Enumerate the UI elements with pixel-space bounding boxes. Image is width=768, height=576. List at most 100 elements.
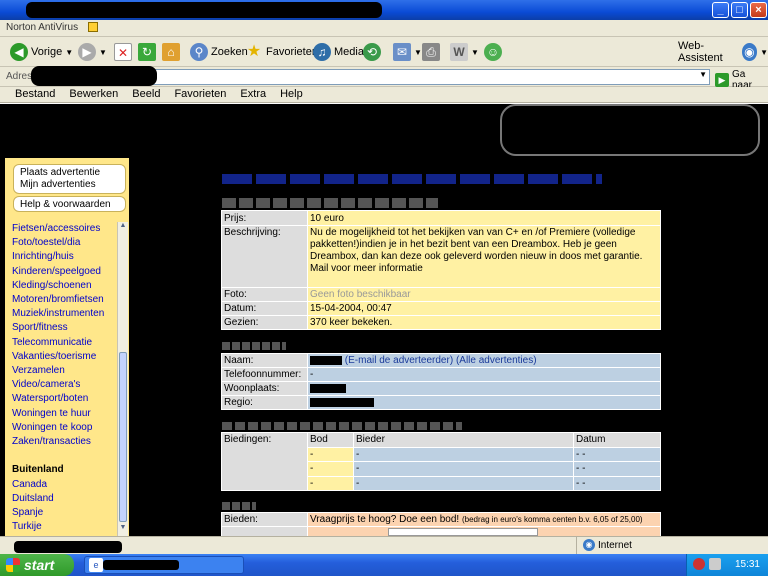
help-terms-link[interactable]: Help & voorwaarden — [13, 196, 126, 212]
home-button[interactable]: ⌂ — [162, 42, 180, 62]
category-link[interactable]: Foto/toestel/dia — [12, 236, 80, 250]
email-advertiser-link[interactable]: (E-mail de adverteerder) — [345, 355, 453, 366]
favorites-label: Favorieten — [266, 46, 318, 58]
print-button[interactable]: ⎙ — [422, 42, 440, 62]
norton-icon[interactable] — [88, 22, 98, 32]
menu-view[interactable]: Beeld — [125, 87, 167, 102]
phone-label: Telefoonnummer: — [221, 367, 308, 382]
category-link[interactable]: Sport/fitness — [12, 321, 68, 335]
phone-value: - — [307, 367, 661, 382]
mail-button[interactable]: ✉ ▼ — [393, 42, 422, 62]
scroll-down-icon[interactable]: ▼ — [118, 524, 128, 536]
chevron-down-icon: ▼ — [65, 47, 74, 57]
media-icon: ♫ — [313, 43, 331, 61]
abroad-heading: Buitenland — [12, 464, 64, 476]
sidebar-scrollbar[interactable]: ▲ ▼ — [117, 222, 128, 536]
search-icon: ⚲ — [190, 43, 208, 61]
description-text: Nu de mogelijkheid tot het bekijken van … — [310, 227, 643, 262]
city-cell — [307, 381, 661, 396]
status-bar: ◉ Internet — [0, 536, 768, 554]
photo-label: Foto: — [221, 287, 308, 302]
start-label: start — [24, 557, 55, 573]
category-link[interactable]: Muziek/instrumenten — [12, 307, 104, 321]
forward-arrow-icon: ▶ — [78, 43, 96, 61]
category-link[interactable]: Video/camera's — [12, 378, 80, 392]
start-button[interactable]: start — [0, 554, 74, 576]
views-label: Gezien: — [221, 315, 308, 330]
category-link[interactable]: Vakanties/toerisme — [12, 350, 96, 364]
stop-button[interactable]: ✕ — [114, 42, 132, 62]
bids-label: Biedingen: — [221, 432, 308, 491]
category-link[interactable]: Motoren/bromfietsen — [12, 293, 104, 307]
standard-toolbar: ◀ Vorige ▼ ▶ ▼ ✕ ↻ ⌂ ⚲ Zoeken ★ Favoriet… — [0, 37, 768, 67]
scroll-thumb[interactable] — [119, 352, 127, 522]
address-input[interactable]: ▼ — [31, 66, 710, 86]
category-link[interactable]: Kleding/schoenen — [12, 279, 92, 293]
back-button[interactable]: ◀ Vorige ▼ — [10, 42, 73, 62]
scroll-up-icon[interactable]: ▲ — [118, 222, 128, 234]
web-page: Plaats advertentie Mijn advertenties Hel… — [0, 104, 768, 536]
category-link[interactable]: Verzamelen — [12, 364, 65, 378]
redacted-name — [310, 355, 342, 365]
taskbar-window-button[interactable]: e — [84, 556, 244, 574]
country-link[interactable]: Duitsland — [12, 492, 54, 506]
bid-form-cell: Vraagprijs te hoog? Doe een bod! (bedrag… — [307, 512, 661, 527]
address-bar: Adres ▼ ▶ Ga naar — [0, 66, 768, 91]
maximize-button[interactable]: □ — [731, 2, 748, 18]
menu-favorites[interactable]: Favorieten — [167, 87, 233, 102]
messenger-icon: ☺ — [484, 43, 502, 61]
redacted-region — [310, 397, 374, 407]
country-link[interactable]: Turkije — [12, 520, 42, 534]
bid-amount-input[interactable] — [388, 527, 538, 536]
media-button[interactable]: ♫ Media — [313, 42, 364, 62]
category-link[interactable]: Telecommunicatie — [12, 336, 92, 350]
my-ads-link[interactable]: Mijn advertenties — [20, 179, 119, 191]
back-arrow-icon: ◀ — [10, 43, 28, 61]
description-label: Beschrijving: — [221, 225, 308, 288]
menu-file[interactable]: Bestand — [8, 87, 62, 102]
tray-icon[interactable] — [693, 558, 705, 570]
history-button[interactable]: ⟲ — [363, 42, 381, 62]
menu-tools[interactable]: Extra — [233, 87, 273, 102]
category-link[interactable]: Zaken/transacties — [12, 435, 91, 449]
category-link[interactable]: Inrichting/huis — [12, 250, 74, 264]
country-link[interactable]: Canada — [12, 478, 47, 492]
all-ads-link[interactable]: (Alle advertenties) — [456, 355, 537, 366]
web-assistant-button[interactable]: Web-Assistent ◉ ▼ — [678, 40, 768, 64]
bid-prompt: Vraagprijs te hoog? Doe een bod! — [310, 514, 460, 525]
category-link[interactable]: Woningen te koop — [12, 421, 92, 435]
category-link[interactable]: Fietsen/accessoires — [12, 222, 100, 236]
messenger-button[interactable]: ☺ — [484, 42, 502, 62]
speaker-icon[interactable] — [709, 558, 721, 570]
bid-form-spacer — [221, 526, 308, 536]
menu-bar: Bestand Bewerken Beeld Favorieten Extra … — [0, 87, 768, 103]
date-label: Datum: — [221, 301, 308, 316]
favorites-button[interactable]: ★ Favorieten — [245, 42, 318, 62]
price-label: Prijs: — [221, 210, 308, 226]
place-ad-link[interactable]: Plaats advertentie — [20, 167, 119, 179]
bid-date: - - — [573, 475, 661, 491]
word-icon: W — [450, 43, 468, 61]
menu-help[interactable]: Help — [273, 87, 310, 102]
bidder-name: - — [353, 446, 574, 462]
edit-button[interactable]: W ▼ — [450, 42, 479, 62]
menu-edit[interactable]: Bewerken — [62, 87, 125, 102]
breadcrumb[interactable] — [222, 174, 602, 184]
close-button[interactable]: × — [750, 2, 767, 18]
norton-toolbar: Norton AntiVirus — [0, 20, 768, 37]
category-link[interactable]: Kinderen/speelgoed — [12, 265, 101, 279]
city-label: Woonplaats: — [221, 381, 308, 396]
minimize-button[interactable]: _ — [712, 2, 729, 18]
chevron-down-icon[interactable]: ▼ — [699, 70, 707, 79]
advertiser-table: Naam: (E-mail de adverteerder) (Alle adv… — [221, 353, 661, 410]
forward-button[interactable]: ▶ ▼ — [78, 42, 107, 62]
category-list: Fietsen/accessoires Foto/toestel/dia Inric… — [5, 222, 117, 536]
search-button[interactable]: ⚲ Zoeken — [190, 42, 248, 62]
bid-form-label: Bieden: — [221, 512, 308, 527]
category-link[interactable]: Woningen te huur — [12, 407, 91, 421]
internet-zone-icon: ◉ — [583, 539, 595, 551]
country-link[interactable]: Spanje — [12, 506, 43, 520]
category-link[interactable]: Watersport/boten — [12, 392, 88, 406]
refresh-button[interactable]: ↻ — [138, 42, 156, 62]
norton-label: Norton AntiVirus — [6, 22, 79, 33]
